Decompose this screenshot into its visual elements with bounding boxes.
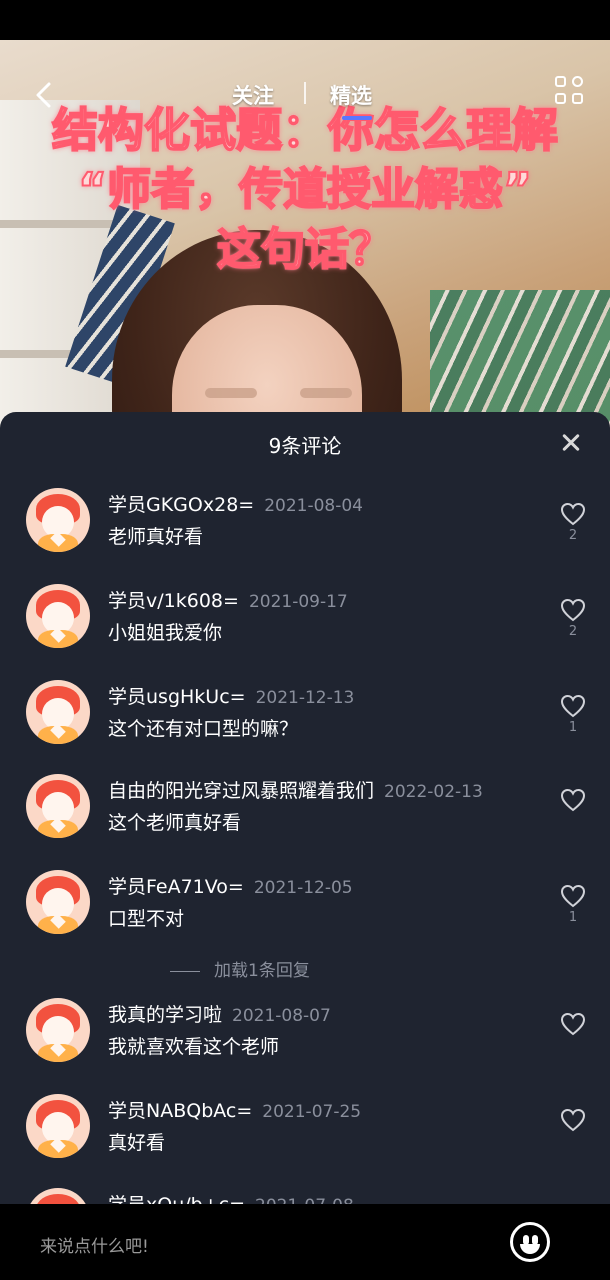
like-count: 1 <box>568 910 578 925</box>
tab-follow[interactable]: 关注 <box>232 80 274 110</box>
avatar[interactable] <box>26 998 90 1062</box>
heart-icon[interactable] <box>560 598 586 622</box>
avatar[interactable] <box>26 1188 90 1204</box>
tab-divider <box>304 82 306 104</box>
comment-text: 口型不对 <box>108 908 185 930</box>
back-arrow-icon[interactable] <box>28 78 62 112</box>
avatar[interactable] <box>26 774 90 838</box>
comment-username[interactable]: 学员GKGOx28= <box>108 494 254 516</box>
comment-item[interactable]: 学员usgHkUc= 2021-12-13 这个还有对口型的嘛？ 1 <box>0 680 610 760</box>
heart-icon[interactable] <box>560 788 586 812</box>
comment-item[interactable]: 学员NABQbAc= 2021-07-25 真好看 <box>0 1094 610 1174</box>
divider-line <box>170 970 200 972</box>
comment-text: 我就喜欢看这个老师 <box>108 1036 280 1058</box>
comment-date: 2021-12-13 <box>255 688 355 708</box>
comment-username[interactable]: 学员xQu/b+c= <box>108 1194 245 1204</box>
load-more-label: 加载1条回复 <box>214 961 310 981</box>
caption-line: 这句话？ <box>216 223 394 276</box>
comment-text: 小姐姐我爱你 <box>108 622 223 644</box>
comment-username[interactable]: 我真的学习啦 <box>108 1004 222 1026</box>
comment-date: 2021-08-04 <box>264 496 363 516</box>
comment-username[interactable]: 学员usgHkUc= <box>108 686 246 708</box>
comment-date: 2021-09-17 <box>248 592 348 612</box>
video-caption: 结构化试题：你怎么理解 “师者，传道授业解惑” 这句话？ <box>0 100 610 280</box>
comment-date: 2021-07-08 <box>255 1196 354 1204</box>
top-nav: 关注 精选 <box>0 70 610 120</box>
comment-date: 2022-02-13 <box>384 782 483 802</box>
comment-text: 真好看 <box>108 1132 166 1154</box>
comment-text: 老师真好看 <box>108 526 204 548</box>
comment-text: 这个老师真好看 <box>108 812 242 834</box>
heart-icon[interactable] <box>560 1108 586 1132</box>
like-count: 1 <box>568 720 578 735</box>
close-icon[interactable] <box>556 428 586 458</box>
grid-menu-icon[interactable] <box>555 76 587 108</box>
comment-item[interactable]: 我真的学习啦 2021-08-07 我就喜欢看这个老师 <box>0 998 610 1078</box>
avatar[interactable] <box>26 680 90 744</box>
comments-sheet: 9条评论 学员GKGOx28= 2021-08-04 老师真好看 2 学员v/1k… <box>0 412 610 1204</box>
comment-username[interactable]: 学员NABQbAc= <box>108 1100 252 1122</box>
comment-item[interactable]: 学员xQu/b+c= 2021-07-08 <box>0 1188 610 1204</box>
caption-line: “师者，传道授业解惑” <box>77 163 533 216</box>
comment-date: 2021-07-25 <box>262 1102 362 1122</box>
comment-username[interactable]: 自由的阳光穿过风暴照耀着我们 <box>108 780 374 802</box>
comment-date: 2021-08-07 <box>232 1006 331 1026</box>
comment-item[interactable]: 学员GKGOx28= 2021-08-04 老师真好看 2 <box>0 488 610 568</box>
comment-item[interactable]: 学员v/1k608= 2021-09-17 小姐姐我爱你 2 <box>0 584 610 664</box>
comment-username[interactable]: 学员v/1k608= <box>108 590 239 612</box>
heart-icon[interactable] <box>560 694 586 718</box>
comment-input[interactable]: 来说点什么吧! <box>40 1232 149 1257</box>
tab-active-indicator <box>342 116 372 120</box>
comment-text: 这个还有对口型的嘛？ <box>108 718 299 740</box>
like-count: 2 <box>568 624 578 639</box>
comments-count-title: 9条评论 <box>268 434 342 458</box>
comment-item[interactable]: 学员FeA71Vo= 2021-12-05 口型不对 1 <box>0 870 610 950</box>
emoji-icon[interactable] <box>510 1222 550 1262</box>
avatar[interactable] <box>26 584 90 648</box>
comment-composer: 来说点什么吧! <box>0 1204 610 1280</box>
avatar[interactable] <box>26 1094 90 1158</box>
comment-username[interactable]: 学员FeA71Vo= <box>108 876 244 898</box>
status-bar <box>0 0 610 40</box>
comment-item[interactable]: 自由的阳光穿过风暴照耀着我们 2022-02-13 这个老师真好看 <box>0 774 610 854</box>
avatar[interactable] <box>26 488 90 552</box>
heart-icon[interactable] <box>560 502 586 526</box>
load-more-replies[interactable]: 加载1条回复 <box>170 956 310 981</box>
tab-featured[interactable]: 精选 <box>330 80 372 110</box>
like-count: 2 <box>568 528 578 543</box>
heart-icon[interactable] <box>560 1012 586 1036</box>
avatar[interactable] <box>26 870 90 934</box>
heart-icon[interactable] <box>560 884 586 908</box>
comment-date: 2021-12-05 <box>253 878 353 898</box>
